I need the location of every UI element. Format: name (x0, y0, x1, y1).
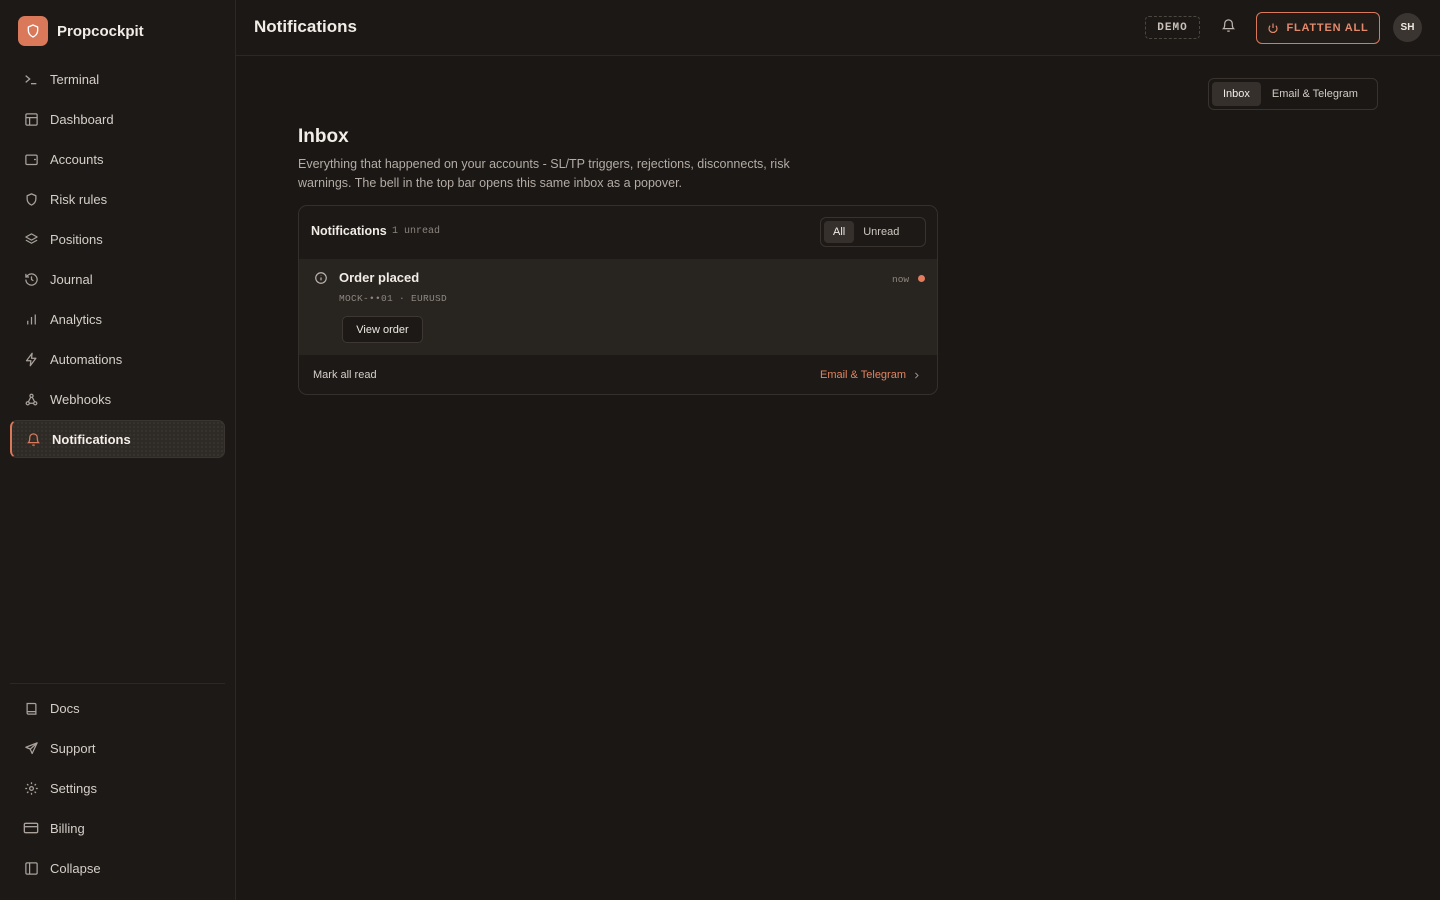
sidebar-collapse-button[interactable]: Collapse (10, 849, 225, 887)
notification-title: Order placed (339, 270, 420, 285)
sidebar-item-label: Notifications (52, 431, 131, 447)
sidebar-item-analytics[interactable]: Analytics (10, 300, 225, 338)
card-footer: Mark all read Email & Telegram (299, 355, 937, 394)
sidebar-divider (10, 683, 225, 684)
sidebar-item-label: Collapse (50, 860, 101, 876)
book-icon (23, 700, 39, 716)
sidebar-item-settings[interactable]: Settings (10, 769, 225, 807)
sidebar: Propcockpit Terminal Dashboard Accounts … (0, 0, 236, 900)
section-title: Inbox (298, 126, 349, 147)
top-bar: Notifications DEMO FLATTEN ALL SH (236, 0, 1440, 56)
send-icon (23, 740, 39, 756)
power-icon (1268, 23, 1279, 34)
sidebar-item-label: Risk rules (50, 191, 108, 207)
tab-email-telegram[interactable]: Email & Telegram (1261, 82, 1369, 106)
sidebar-nav: Terminal Dashboard Accounts Risk rules P… (10, 60, 225, 460)
email-telegram-link-label: Email & Telegram (820, 369, 906, 381)
brand[interactable]: Propcockpit (18, 16, 144, 46)
sidebar-item-label: Billing (50, 820, 85, 836)
notifications-bell-button[interactable] (1218, 17, 1238, 37)
section-description: Everything that happened on your account… (298, 157, 790, 190)
notification-meta: MOCK-••01 · EURUSD (339, 293, 448, 304)
sidebar-item-label: Terminal (50, 71, 100, 87)
sidebar-collapse-icon (23, 860, 39, 876)
mark-all-read-button[interactable]: Mark all read (313, 369, 377, 381)
card-title: Notifications (311, 224, 387, 238)
layers-icon (23, 231, 39, 247)
sidebar-item-positions[interactable]: Positions (10, 220, 225, 258)
filter-toggle: All Unread (820, 217, 926, 247)
demo-mode-badge: DEMO (1145, 16, 1200, 39)
layout-icon (23, 111, 39, 127)
sidebar-item-accounts[interactable]: Accounts (10, 140, 225, 178)
notification-time: now (892, 274, 910, 285)
wallet-icon (23, 151, 39, 167)
sidebar-item-label: Docs (50, 700, 80, 716)
flatten-all-button[interactable]: FLATTEN ALL (1256, 12, 1380, 44)
sidebar-item-notifications[interactable]: Notifications (10, 420, 225, 458)
sidebar-item-support[interactable]: Support (10, 729, 225, 767)
unread-count: 1 unread (392, 226, 441, 237)
bell-icon (25, 431, 41, 447)
view-order-button[interactable]: View order (342, 316, 423, 343)
tab-inbox[interactable]: Inbox (1212, 82, 1261, 106)
user-avatar[interactable]: SH (1393, 13, 1422, 42)
card-header: Notifications 1 unread All Unread (299, 206, 937, 259)
page-title: Notifications (254, 17, 357, 36)
unread-dot (918, 275, 925, 282)
sidebar-item-label: Settings (50, 780, 97, 796)
sidebar-item-label: Automations (50, 351, 123, 367)
sidebar-bottom-nav: Docs Support Settings Billing Collapse (10, 689, 225, 889)
sidebar-item-journal[interactable]: Journal (10, 260, 225, 298)
sidebar-item-docs[interactable]: Docs (10, 689, 225, 727)
sidebar-item-terminal[interactable]: Terminal (10, 60, 225, 98)
sidebar-item-label: Support (50, 740, 96, 756)
flatten-all-label: FLATTEN ALL (1286, 22, 1369, 34)
sidebar-item-label: Analytics (50, 311, 103, 327)
sidebar-item-label: Accounts (50, 151, 104, 167)
filter-all-button[interactable]: All (824, 221, 855, 243)
sidebar-item-label: Positions (50, 231, 103, 247)
gear-icon (23, 780, 39, 796)
webhook-icon (23, 391, 39, 407)
bell-icon (1221, 18, 1236, 36)
email-telegram-link[interactable]: Email & Telegram (820, 369, 921, 381)
brand-name: Propcockpit (57, 22, 144, 40)
sidebar-item-label: Webhooks (50, 391, 112, 407)
sidebar-item-billing[interactable]: Billing (10, 809, 225, 847)
notifications-tabs: Inbox Email & Telegram (1208, 78, 1378, 110)
sidebar-item-label: Dashboard (50, 111, 114, 127)
brand-logo-icon (18, 16, 48, 46)
notification-item[interactable]: Order placed MOCK-••01 · EURUSD now View… (299, 259, 937, 355)
sidebar-item-risk-rules[interactable]: Risk rules (10, 180, 225, 218)
bar-chart-icon (23, 311, 39, 327)
history-icon (23, 271, 39, 287)
sidebar-item-webhooks[interactable]: Webhooks (10, 380, 225, 418)
sidebar-item-label: Journal (50, 271, 93, 287)
filter-unread-button[interactable]: Unread (854, 221, 908, 243)
sidebar-item-automations[interactable]: Automations (10, 340, 225, 378)
info-icon (314, 271, 328, 288)
notifications-card: Notifications 1 unread All Unread Order … (298, 205, 938, 395)
main-content: Inbox Email & Telegram Inbox Everything … (236, 56, 1440, 900)
terminal-icon (23, 71, 39, 87)
shield-icon (23, 191, 39, 207)
sidebar-item-dashboard[interactable]: Dashboard (10, 100, 225, 138)
zap-icon (23, 351, 39, 367)
credit-card-icon (23, 820, 39, 836)
chevron-right-icon (915, 372, 919, 378)
